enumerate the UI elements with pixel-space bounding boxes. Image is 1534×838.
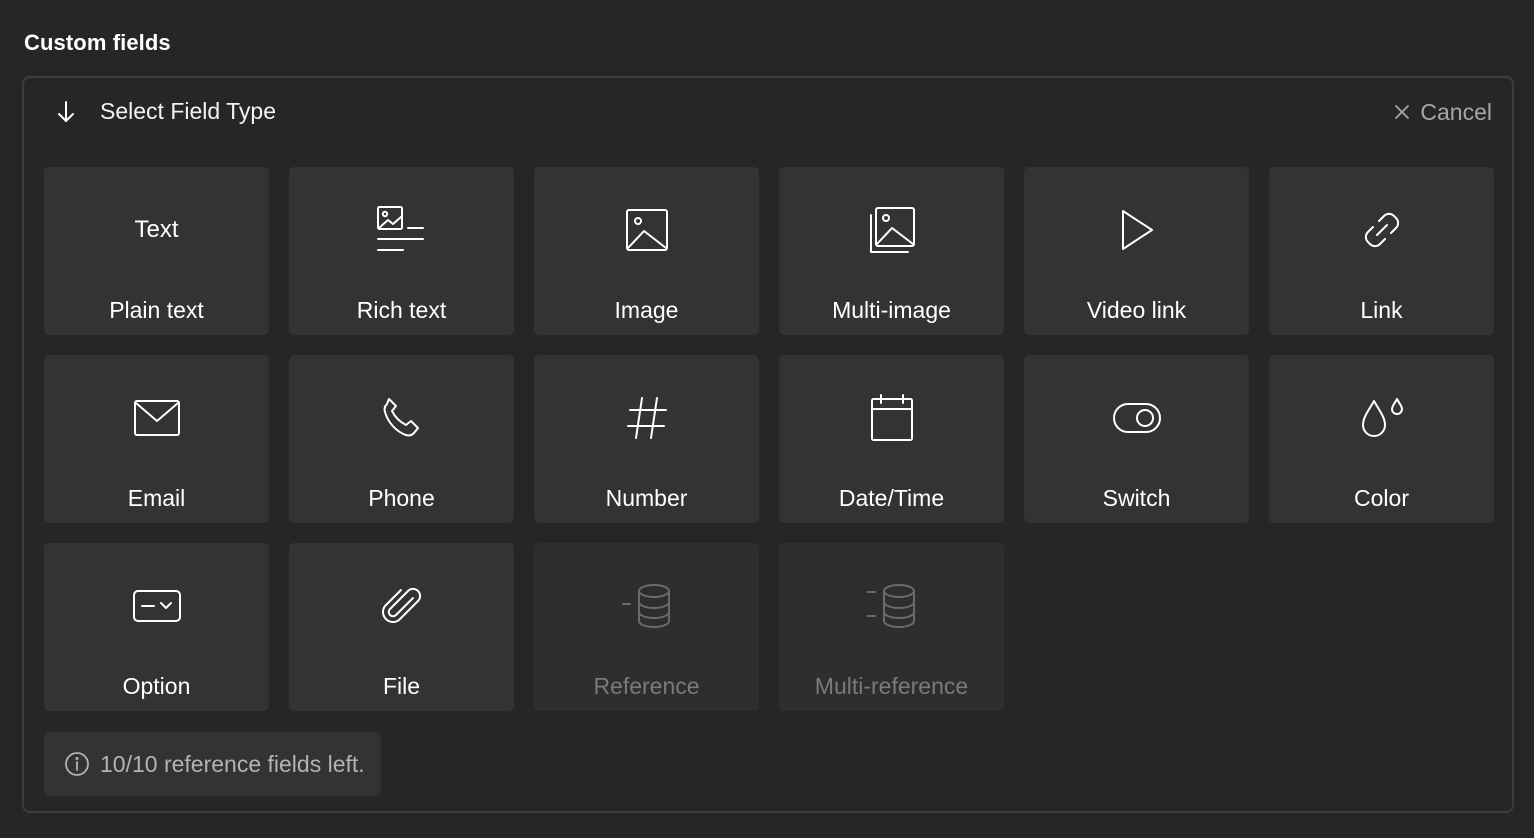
field-type-multi-reference: Multi-reference xyxy=(779,543,1004,711)
field-type-email[interactable]: Email xyxy=(44,355,269,523)
database-multi-reference-icon xyxy=(779,579,1004,633)
field-type-reference: Reference xyxy=(534,543,759,711)
field-type-label: Multi-image xyxy=(832,297,951,323)
text-icon-label: Text xyxy=(134,216,179,243)
field-type-label: Video link xyxy=(1086,297,1187,323)
field-type-label: Number xyxy=(605,485,688,511)
reference-fields-info: 10/10 reference fields left. xyxy=(44,732,381,796)
arrow-down-icon xyxy=(52,98,80,126)
panel-header: Select Field Type Cancel xyxy=(24,78,1512,148)
field-type-video-link[interactable]: Video link xyxy=(1024,167,1249,335)
field-type-number[interactable]: Number xyxy=(534,355,759,523)
calendar-icon xyxy=(779,391,1004,445)
dropdown-icon xyxy=(44,579,269,633)
field-type-link[interactable]: Link xyxy=(1269,167,1494,335)
field-type-plain-text[interactable]: Text Plain text xyxy=(44,167,269,335)
field-type-label: Color xyxy=(1354,485,1409,511)
play-icon xyxy=(1024,203,1249,257)
text-icon: Text xyxy=(44,203,269,257)
field-type-label: Reference xyxy=(593,673,700,699)
field-type-label: Link xyxy=(1360,297,1403,323)
field-type-phone[interactable]: Phone xyxy=(289,355,514,523)
phone-icon xyxy=(289,391,514,445)
image-icon xyxy=(534,203,759,257)
link-icon xyxy=(1269,203,1494,257)
field-type-multi-image[interactable]: Multi-image xyxy=(779,167,1004,335)
section-title: Custom fields xyxy=(24,30,171,55)
field-type-panel: Select Field Type Cancel Text Plain text xyxy=(22,76,1514,813)
field-type-label: Image xyxy=(614,297,679,323)
field-type-label: Rich text xyxy=(356,297,447,323)
field-type-file[interactable]: File xyxy=(289,543,514,711)
multi-image-icon xyxy=(779,203,1004,257)
field-type-color[interactable]: Color xyxy=(1269,355,1494,523)
field-type-rich-text[interactable]: Rich text xyxy=(289,167,514,335)
field-type-image[interactable]: Image xyxy=(534,167,759,335)
field-type-switch[interactable]: Switch xyxy=(1024,355,1249,523)
close-icon xyxy=(1394,104,1410,120)
field-type-label: Multi-reference xyxy=(814,673,969,699)
field-type-label: Option xyxy=(122,673,191,699)
droplets-icon xyxy=(1269,391,1494,445)
envelope-icon xyxy=(44,391,269,445)
custom-fields-page: Custom fields Select Field Type Cancel T… xyxy=(0,0,1534,838)
info-icon xyxy=(64,751,90,777)
cancel-button[interactable]: Cancel xyxy=(1394,96,1492,128)
rich-text-icon xyxy=(289,203,514,257)
paperclip-icon xyxy=(289,579,514,633)
field-type-label: File xyxy=(382,673,421,699)
field-type-option[interactable]: Option xyxy=(44,543,269,711)
field-type-label: Phone xyxy=(368,485,435,511)
field-type-date-time[interactable]: Date/Time xyxy=(779,355,1004,523)
field-type-label: Date/Time xyxy=(838,485,945,511)
info-text: 10/10 reference fields left. xyxy=(100,750,365,777)
database-reference-icon xyxy=(534,579,759,633)
cancel-label: Cancel xyxy=(1420,98,1492,125)
toggle-icon xyxy=(1024,391,1249,445)
field-type-label: Switch xyxy=(1102,485,1171,511)
field-type-label: Plain text xyxy=(109,297,204,323)
panel-title: Select Field Type xyxy=(100,98,277,124)
field-type-label: Email xyxy=(127,485,186,511)
hash-icon xyxy=(534,391,759,445)
field-type-grid: Text Plain text Rich text Image Multi-im… xyxy=(44,167,1494,711)
